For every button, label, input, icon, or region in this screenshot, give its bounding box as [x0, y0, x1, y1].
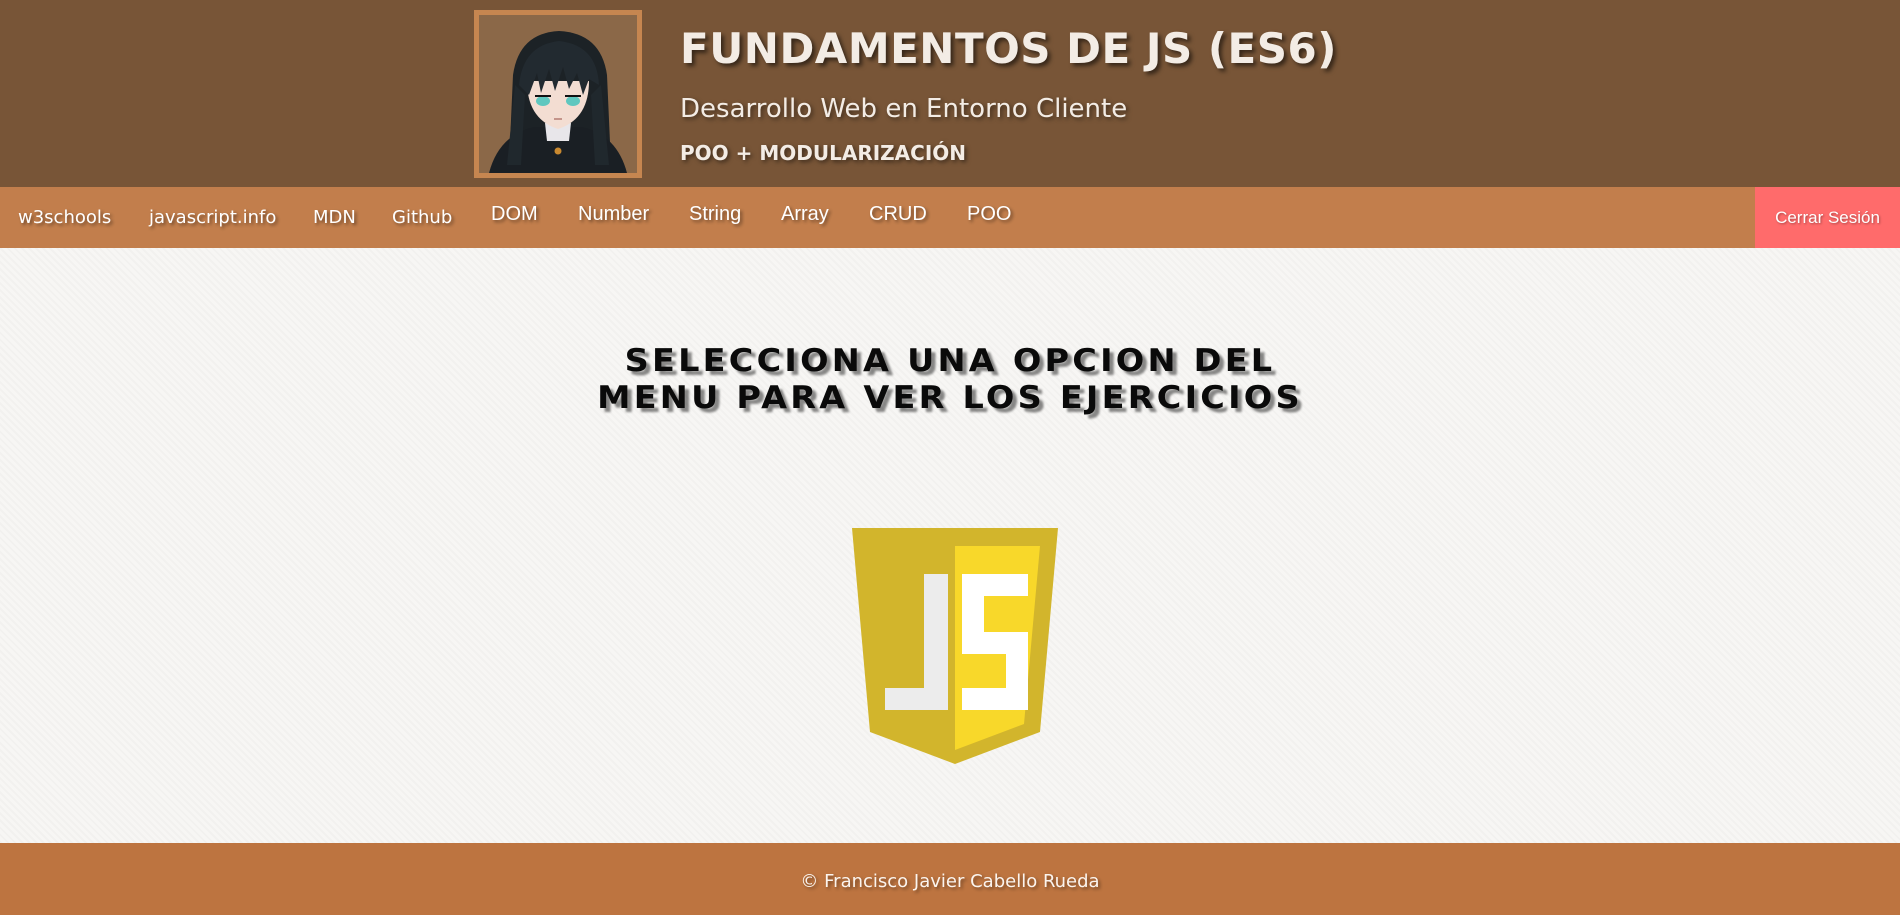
nav-link-string[interactable]: String	[689, 184, 741, 245]
site-footer: © Francisco Javier Cabello Rueda	[0, 843, 1900, 915]
anime-character-avatar-icon	[479, 15, 637, 173]
main-content: SELECCIONA UNA OPCION DEL MENU PARA VER …	[0, 248, 1900, 843]
nav-link-number[interactable]: Number	[578, 184, 649, 245]
page-subtitle: Desarrollo Web en Entorno Cliente	[680, 94, 1128, 124]
nav-link-array[interactable]: Array	[781, 184, 829, 245]
main-heading: SELECCIONA UNA OPCION DEL MENU PARA VER …	[597, 343, 1303, 416]
page-topic: POO + MODULARIZACIÓN	[680, 141, 966, 165]
js-logo	[850, 528, 1060, 764]
nav-link-w3schools[interactable]: w3schools	[18, 187, 111, 248]
js-shield-icon	[852, 528, 1058, 764]
nav-link-crud[interactable]: CRUD	[869, 184, 927, 245]
logout-button[interactable]: Cerrar Sesión	[1755, 187, 1900, 248]
footer-copyright: © Francisco Javier Cabello Rueda	[800, 871, 1100, 892]
nav-link-dom[interactable]: DOM	[491, 184, 538, 245]
nav-link-github[interactable]: Github	[392, 187, 452, 248]
page-title: FUNDAMENTOS DE JS (ES6)	[680, 24, 1337, 73]
avatar	[474, 10, 642, 178]
nav-link-poo[interactable]: POO	[967, 184, 1011, 245]
site-header: FUNDAMENTOS DE JS (ES6) Desarrollo Web e…	[0, 0, 1900, 187]
main-nav: w3schools javascript.info MDN Github DOM…	[0, 187, 1900, 248]
nav-link-javascript-info[interactable]: javascript.info	[149, 187, 276, 248]
nav-link-mdn[interactable]: MDN	[313, 187, 356, 248]
